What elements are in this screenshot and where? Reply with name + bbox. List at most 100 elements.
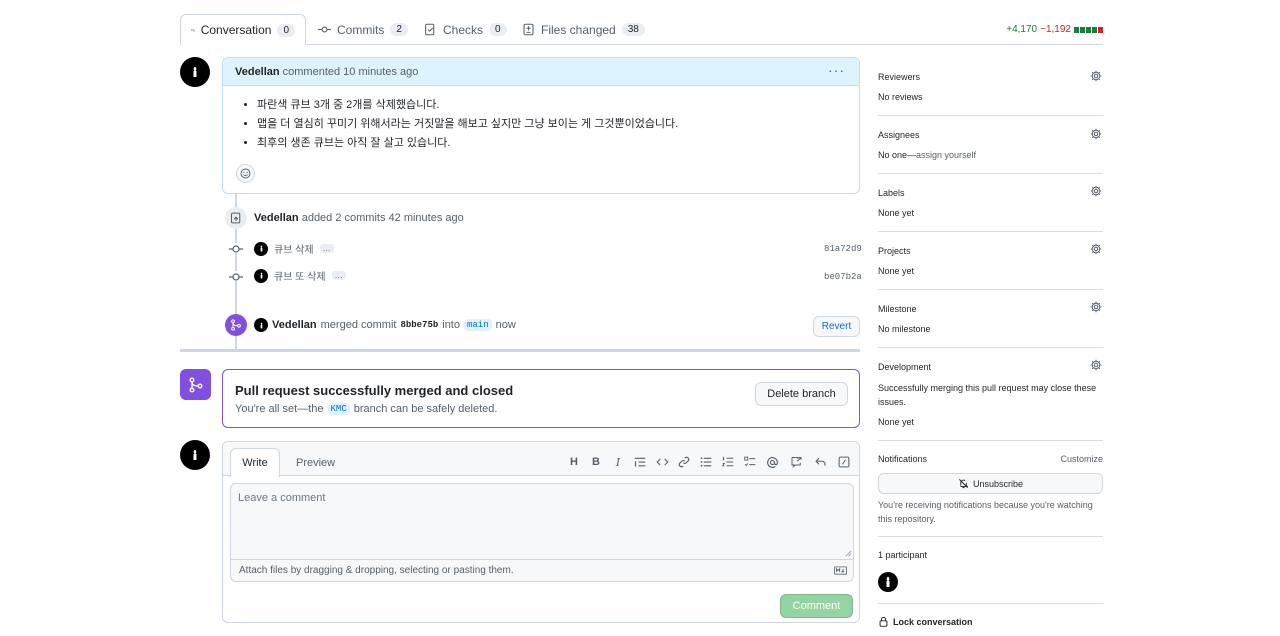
conversation-icon xyxy=(191,28,195,32)
sidebar-heading-assignees[interactable]: Assignees xyxy=(878,130,920,140)
mention-icon[interactable] xyxy=(765,455,779,469)
divider xyxy=(878,289,1103,290)
assign-yourself-link[interactable]: assign yourself xyxy=(916,150,976,160)
merged-sub-text: branch can be safely deleted. xyxy=(353,403,498,415)
tab-preview[interactable]: Preview xyxy=(296,457,335,469)
unsubscribe-button[interactable]: Unsubscribe xyxy=(878,473,1103,494)
tab-commits[interactable]: Commits 2 xyxy=(308,14,418,45)
link-icon[interactable] xyxy=(677,455,691,469)
merged-sub-text: You're all set—the xyxy=(235,403,324,415)
candle-icon xyxy=(886,577,890,587)
commits-event: Vedellan added 2 commits 42 minutes ago xyxy=(254,212,464,224)
revert-button[interactable]: Revert xyxy=(813,316,860,337)
avatar[interactable] xyxy=(254,268,268,283)
event-author[interactable]: Vedellan xyxy=(272,319,317,331)
code-icon[interactable] xyxy=(655,455,669,469)
commit-message[interactable]: 큐브 삭제 xyxy=(274,241,314,256)
markdown-icon[interactable] xyxy=(834,566,847,575)
comment-textarea[interactable]: Leave a comment xyxy=(230,483,854,559)
sidebar-heading-labels[interactable]: Labels xyxy=(878,188,905,198)
merge-commit-sha[interactable]: 8bbe75b xyxy=(400,320,438,330)
task-list-icon[interactable] xyxy=(743,455,757,469)
pr-sidebar: Reviewers No reviews Assignees No one—as… xyxy=(878,60,1103,636)
commit-row: 큐브 또 삭제 … xyxy=(254,268,346,283)
gear-icon[interactable] xyxy=(1090,243,1102,255)
list-item: 맵을 더 열심히 꾸미기 위해서라는 거짓말을 해보고 싶지만 그냥 보이는 게… xyxy=(257,115,859,134)
add-reaction-button[interactable] xyxy=(236,164,255,183)
comment-composer: Write Preview H B I Leave a comment Atta… xyxy=(222,441,860,623)
tab-label: Files changed xyxy=(541,22,616,37)
merged-status-icon-box xyxy=(180,369,211,400)
avatar[interactable] xyxy=(254,318,268,332)
quote-icon[interactable] xyxy=(633,455,647,469)
expand-commit-button[interactable]: … xyxy=(331,271,346,280)
tab-counter: 0 xyxy=(277,23,295,37)
reply-icon[interactable] xyxy=(813,455,827,469)
merge-event: Vedellan merged commit 8bbe75b into main… xyxy=(254,318,516,332)
sidebar-value-labels: None yet xyxy=(878,208,915,218)
divider xyxy=(878,115,1103,116)
bell-slash-icon xyxy=(959,479,969,489)
cross-reference-icon[interactable] xyxy=(789,455,803,469)
gear-icon[interactable] xyxy=(1090,70,1102,82)
tab-files-changed[interactable]: Files changed 38 xyxy=(512,14,655,45)
expand-commit-button[interactable]: … xyxy=(319,244,334,253)
participant-avatar[interactable] xyxy=(878,572,898,592)
diffstat-deletions: −1,192 xyxy=(1040,24,1071,35)
commit-message[interactable]: 큐브 또 삭제 xyxy=(274,268,326,283)
delete-branch-button[interactable]: Delete branch xyxy=(755,382,848,406)
commit-dot xyxy=(229,271,243,281)
italic-icon[interactable]: I xyxy=(611,455,625,469)
candle-icon xyxy=(193,450,197,460)
sidebar-value-assignees: No one—assign yourself xyxy=(878,150,976,160)
gear-icon[interactable] xyxy=(1090,128,1102,140)
sidebar-heading-milestone[interactable]: Milestone xyxy=(878,304,917,314)
comment-meta[interactable]: commented 10 minutes ago xyxy=(283,66,419,78)
candle-icon xyxy=(260,245,262,252)
comment-author[interactable]: Vedellan xyxy=(235,66,280,78)
avatar[interactable] xyxy=(180,440,210,470)
avatar[interactable] xyxy=(254,241,268,256)
commit-icon xyxy=(229,273,243,281)
timeline-badge xyxy=(225,207,247,229)
kebab-menu-icon[interactable]: ··· xyxy=(828,62,845,78)
branch-name[interactable]: KMC xyxy=(327,403,350,415)
comment-header: Vedellan commented 10 minutes ago ··· xyxy=(223,58,859,86)
gear-icon[interactable] xyxy=(1090,185,1102,197)
unordered-list-icon[interactable] xyxy=(699,455,713,469)
attach-files-bar[interactable]: Attach files by dragging & dropping, sel… xyxy=(230,559,854,582)
tab-checks[interactable]: Checks 0 xyxy=(414,14,517,45)
merged-subtitle: You're all set—the KMC branch can be saf… xyxy=(235,403,497,415)
branch-name[interactable]: main xyxy=(464,319,492,331)
sidebar-heading-participants: 1 participant xyxy=(878,550,928,560)
comment-body: 파란색 큐브 3개 중 2개를 삭제했습니다. 맵을 더 열심히 꾸미기 위해서… xyxy=(223,86,859,153)
avatar[interactable] xyxy=(180,57,210,87)
heading-icon[interactable]: H xyxy=(567,455,581,469)
customize-link[interactable]: Customize xyxy=(1060,454,1103,464)
commit-row: 큐브 삭제 … xyxy=(254,241,334,256)
lock-conversation-button[interactable]: Lock conversation xyxy=(878,616,973,627)
ordered-list-icon[interactable] xyxy=(721,455,735,469)
resize-handle-icon[interactable] xyxy=(845,550,852,557)
comment-submit-button[interactable]: Comment xyxy=(780,594,853,618)
commit-sha[interactable]: 81a72d9 xyxy=(824,244,862,254)
merged-title: Pull request successfully merged and clo… xyxy=(235,383,514,398)
event-author[interactable]: Vedellan xyxy=(254,212,299,224)
event-text: merged commit xyxy=(320,319,397,331)
attach-files-text: Attach files by dragging & dropping, sel… xyxy=(239,565,514,576)
tab-conversation[interactable]: Conversation 0 xyxy=(180,14,306,46)
gear-icon[interactable] xyxy=(1090,359,1102,371)
slash-commands-icon[interactable] xyxy=(837,455,851,469)
list-item: 파란색 큐브 3개 중 2개를 삭제했습니다. xyxy=(257,96,859,115)
sidebar-value-development: None yet xyxy=(878,417,915,427)
gear-icon[interactable] xyxy=(1090,301,1102,313)
sidebar-value-projects: None yet xyxy=(878,266,915,276)
commit-sha[interactable]: be07b2a xyxy=(824,272,862,282)
bold-icon[interactable]: B xyxy=(589,455,603,469)
tab-write[interactable]: Write xyxy=(230,448,280,477)
sidebar-heading-projects[interactable]: Projects xyxy=(878,246,911,256)
sidebar-heading-development[interactable]: Development xyxy=(878,362,931,372)
unsubscribe-label: Unsubscribe xyxy=(972,478,1024,489)
merged-badge xyxy=(225,314,247,336)
sidebar-heading-reviewers[interactable]: Reviewers xyxy=(878,72,920,82)
